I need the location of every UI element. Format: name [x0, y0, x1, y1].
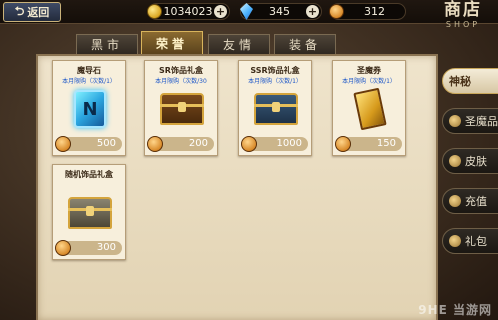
item-name: SR饰品礼盒: [159, 66, 203, 75]
item-name: SSR饰品礼盒: [250, 66, 300, 75]
tab-label: 黑市: [90, 38, 123, 52]
gold-counter: 1034023 +: [147, 3, 230, 20]
back-label: 返回: [27, 6, 50, 19]
honor-medal-icon: [335, 136, 351, 152]
sr-chest-icon: [160, 93, 204, 125]
item-price[interactable]: 150: [335, 136, 402, 152]
shop-screen: ⮌ 返回 1034023 + 345 + 312 商店 SHOP 黑市 荣誉 友…: [0, 0, 498, 320]
tab-honor[interactable]: 荣誉: [141, 31, 203, 54]
side-tab-label: 皮肤: [465, 155, 487, 168]
shop-title-text: 商店: [444, 0, 482, 20]
side-tab-mystery[interactable]: 神秘: [442, 68, 498, 94]
tab-label: 友情: [222, 38, 255, 52]
gold-coin-icon: [147, 4, 162, 19]
item-price[interactable]: 300: [55, 240, 122, 256]
ssr-chest-icon: [254, 93, 298, 125]
back-arrow-icon: ⮌: [14, 3, 25, 18]
item-price[interactable]: 500: [55, 136, 122, 152]
side-tab-label: 圣魔品: [465, 115, 498, 128]
recharge-icon: [449, 195, 461, 207]
item-art: [345, 87, 395, 131]
item-name: 魔导石: [77, 66, 101, 75]
item-price-value: 1000: [276, 138, 302, 149]
tab-label: 荣誉: [155, 36, 188, 51]
item-art: N: [65, 87, 115, 131]
crystal-value: 345: [269, 5, 290, 18]
side-tab-label: 神秘: [449, 75, 471, 88]
item-art: [65, 191, 115, 235]
item-purchase-limit: 本月限购（次数/1）: [342, 78, 396, 85]
item-purchase-limit: 本月限购（次数/1）: [62, 78, 116, 85]
honor-medal-icon: [241, 136, 257, 152]
medal-value: 312: [364, 5, 385, 18]
gift-icon: [449, 235, 461, 247]
shop-title: 商店 SHOP: [433, 1, 493, 37]
side-tab-holy-items[interactable]: 圣魔品: [442, 108, 498, 134]
top-bar: ⮌ 返回 1034023 + 345 + 312: [0, 0, 498, 24]
honor-medal-icon: [55, 240, 71, 256]
shop-item-card[interactable]: 圣魔券 本月限购（次数/1） 150: [332, 60, 406, 156]
watermark: 9HE 当游网: [418, 303, 492, 317]
tab-equipment[interactable]: 装备: [274, 34, 336, 54]
item-purchase-limit: 本月限购（次数/1）: [248, 78, 302, 85]
back-button[interactable]: ⮌ 返回: [3, 2, 61, 22]
item-purchase-limit: 本月限购（次数/30: [155, 78, 207, 85]
item-art: [157, 87, 207, 131]
shop-item-card[interactable]: 随机饰品礼盒 300: [52, 164, 126, 260]
add-gold-button[interactable]: +: [214, 5, 227, 18]
tab-label: 装备: [288, 38, 321, 52]
item-price[interactable]: 200: [147, 136, 214, 152]
item-price-value: 300: [96, 242, 116, 253]
item-grid-panel: 魔导石 本月限购（次数/1） N 500 SR饰品礼盒 本月限购（次数/30 2…: [36, 54, 438, 320]
skin-icon: [449, 155, 461, 167]
item-name: 圣魔券: [357, 66, 381, 75]
add-crystal-button[interactable]: +: [306, 5, 319, 18]
shop-item-card[interactable]: SR饰品礼盒 本月限购（次数/30 200: [144, 60, 218, 156]
shop-subtitle-text: SHOP: [445, 20, 481, 29]
tab-black-market[interactable]: 黑市: [76, 34, 138, 54]
crystal-icon: [240, 3, 253, 20]
side-tab-skins[interactable]: 皮肤: [442, 148, 498, 174]
item-art: [251, 87, 301, 131]
side-tab-label: 礼包: [465, 235, 487, 248]
ticket-icon: [353, 87, 387, 131]
honor-medal-icon: [329, 4, 344, 19]
side-tab-gift-pack[interactable]: 礼包: [442, 228, 498, 254]
rune-stone-icon: N: [74, 90, 106, 128]
item-price-value: 500: [96, 138, 116, 149]
shop-item-card[interactable]: SSR饰品礼盒 本月限购（次数/1） 1000: [238, 60, 312, 156]
side-tab-label: 充值: [465, 195, 487, 208]
item-name: 随机饰品礼盒: [65, 170, 113, 179]
gold-value: 1034023: [163, 5, 213, 18]
medal-counter: 312: [329, 3, 406, 20]
holy-item-icon: [449, 115, 461, 127]
crystal-counter: 345 +: [240, 3, 322, 20]
random-chest-icon: [68, 197, 112, 229]
item-price-value: 200: [188, 138, 208, 149]
side-tab-recharge[interactable]: 充值: [442, 188, 498, 214]
honor-medal-icon: [55, 136, 71, 152]
honor-medal-icon: [147, 136, 163, 152]
item-price[interactable]: 1000: [241, 136, 308, 152]
shop-item-card[interactable]: 魔导石 本月限购（次数/1） N 500: [52, 60, 126, 156]
tab-friendship[interactable]: 友情: [208, 34, 270, 54]
item-price-value: 150: [376, 138, 396, 149]
